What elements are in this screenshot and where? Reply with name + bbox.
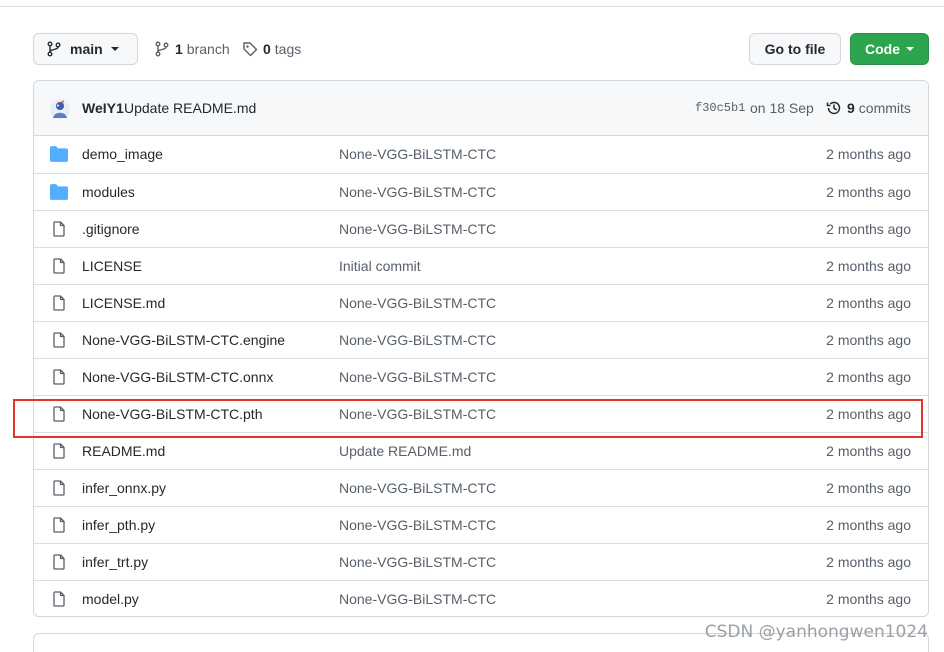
avatar[interactable] (50, 99, 70, 119)
file-commit-age: 2 months ago (826, 258, 911, 274)
file-commit-message[interactable]: None-VGG-BiLSTM-CTC (339, 184, 496, 200)
file-commit-age: 2 months ago (826, 480, 911, 496)
branches-label: branch (186, 41, 230, 57)
file-row[interactable]: None-VGG-BiLSTM-CTC.onnx None-VGG-BiLSTM-… (34, 358, 928, 395)
file-commit-message[interactable]: None-VGG-BiLSTM-CTC (339, 221, 496, 237)
commit-message[interactable]: Update README.md (124, 100, 256, 116)
file-name-link[interactable]: modules (82, 184, 135, 200)
file-name-link[interactable]: model.py (82, 591, 139, 607)
folder-icon (50, 146, 68, 162)
file-commit-message[interactable]: None-VGG-BiLSTM-CTC (339, 332, 496, 348)
file-commit-message[interactable]: Initial commit (339, 258, 421, 274)
history-icon (826, 101, 841, 115)
file-name-link[interactable]: README.md (82, 443, 165, 459)
file-commit-age: 2 months ago (826, 406, 911, 422)
file-row[interactable]: LICENSE Initial commit 2 months ago (34, 247, 928, 284)
file-name-link[interactable]: LICENSE (82, 258, 142, 274)
git-branch-icon (47, 41, 61, 57)
file-row[interactable]: infer_trt.py None-VGG-BiLSTM-CTC 2 months … (34, 543, 928, 580)
file-icon (53, 517, 65, 533)
tags-link[interactable]: 0 tags (242, 33, 301, 65)
file-commit-message[interactable]: None-VGG-BiLSTM-CTC (339, 295, 496, 311)
file-commit-age: 2 months ago (826, 295, 911, 311)
file-commit-age: 2 months ago (826, 443, 911, 459)
file-commit-age: 2 months ago (826, 591, 911, 607)
chevron-down-icon (110, 47, 119, 51)
file-icon (53, 258, 65, 274)
file-icon (53, 221, 65, 237)
file-commit-message[interactable]: None-VGG-BiLSTM-CTC (339, 406, 496, 422)
branch-name: main (70, 41, 103, 57)
file-name-link[interactable]: infer_trt.py (82, 554, 148, 570)
file-row[interactable]: demo_image None-VGG-BiLSTM-CTC 2 months ag… (34, 136, 928, 173)
file-name-link[interactable]: infer_onnx.py (82, 480, 166, 496)
file-commit-age: 2 months ago (826, 554, 911, 570)
file-commit-age: 2 months ago (826, 221, 911, 237)
file-commit-message[interactable]: None-VGG-BiLSTM-CTC (339, 480, 496, 496)
tag-icon (243, 42, 258, 57)
file-row[interactable]: model.py None-VGG-BiLSTM-CTC 2 months ago (34, 580, 928, 616)
file-commit-age: 2 months ago (826, 332, 911, 348)
file-row[interactable]: None-VGG-BiLSTM-CTC.engine None-VGG-BiLST… (34, 321, 928, 358)
file-icon (53, 369, 65, 385)
commit-sha[interactable]: f30c5b1 (695, 101, 745, 115)
file-name-link[interactable]: None-VGG-BiLSTM-CTC.onnx (82, 369, 273, 385)
file-row[interactable]: None-VGG-BiLSTM-CTC.pth None-VGG-BiLSTM-C… (34, 395, 928, 432)
tags-count: 0 (263, 41, 271, 57)
commits-count: 9 (847, 100, 855, 116)
file-icon (53, 295, 65, 311)
tags-label: tags (274, 41, 302, 57)
file-row[interactable]: infer_onnx.py None-VGG-BiLSTM-CTC 2 months… (34, 469, 928, 506)
file-icon (53, 591, 65, 607)
file-row[interactable]: infer_pth.py None-VGG-BiLSTM-CTC 2 months … (34, 506, 928, 543)
commits-history-link[interactable]: 9 commits (826, 100, 911, 116)
file-icon (53, 554, 65, 570)
commit-date: on 18 Sep (750, 100, 814, 116)
file-name-link[interactable]: LICENSE.md (82, 295, 165, 311)
git-branch-icon (155, 41, 169, 57)
file-commit-age: 2 months ago (826, 517, 911, 533)
file-icon (53, 480, 65, 496)
file-name-link[interactable]: infer_pth.py (82, 517, 155, 533)
file-commit-message[interactable]: None-VGG-BiLSTM-CTC (339, 554, 496, 570)
folder-icon (50, 184, 68, 200)
file-name-link[interactable]: .gitignore (82, 221, 140, 237)
file-name-link[interactable]: demo_image (82, 146, 163, 162)
file-row[interactable]: LICENSE.md None-VGG-BiLSTM-CTC 2 months ag… (34, 284, 928, 321)
file-name-link[interactable]: None-VGG-BiLSTM-CTC.engine (82, 332, 285, 348)
file-commit-age: 2 months ago (826, 146, 911, 162)
file-icon (53, 443, 65, 459)
file-row[interactable]: README.md Update README.md 2 months ago (34, 432, 928, 469)
branches-count: 1 (175, 41, 183, 57)
file-list: demo_image None-VGG-BiLSTM-CTC 2 months ag… (34, 136, 928, 616)
go-to-file-button[interactable]: Go to file (749, 33, 841, 65)
branches-link[interactable]: 1 branch (154, 33, 230, 65)
chevron-down-icon (906, 47, 914, 51)
branch-select-button[interactable]: main (33, 33, 138, 65)
file-commit-age: 2 months ago (826, 369, 911, 385)
commit-author[interactable]: WeIY1 (82, 100, 124, 116)
file-commit-message[interactable]: None-VGG-BiLSTM-CTC (339, 369, 496, 385)
file-browser: WeIY1 Update README.md f30c5b1 on 18 Sep… (33, 80, 929, 617)
file-commit-message[interactable]: Update README.md (339, 443, 471, 459)
file-commit-message[interactable]: None-VGG-BiLSTM-CTC (339, 591, 496, 607)
file-icon (53, 406, 65, 422)
file-commit-message[interactable]: None-VGG-BiLSTM-CTC (339, 146, 496, 162)
file-row[interactable]: modules None-VGG-BiLSTM-CTC 2 months ago (34, 173, 928, 210)
commits-label: commits (858, 100, 911, 116)
watermark: CSDN @yanhongwen1024 (704, 622, 928, 642)
latest-commit-bar: WeIY1 Update README.md f30c5b1 on 18 Sep… (34, 81, 928, 136)
code-button[interactable]: Code (850, 33, 929, 65)
file-commit-age: 2 months ago (826, 184, 911, 200)
code-button-label: Code (865, 41, 900, 57)
top-divider (0, 6, 944, 7)
file-icon (53, 332, 65, 348)
file-commit-message[interactable]: None-VGG-BiLSTM-CTC (339, 517, 496, 533)
file-row[interactable]: .gitignore None-VGG-BiLSTM-CTC 2 months ag… (34, 210, 928, 247)
file-name-link[interactable]: None-VGG-BiLSTM-CTC.pth (82, 406, 262, 422)
repo-toolbar: main 1 branch 0 tags Go to file Code (33, 33, 929, 65)
